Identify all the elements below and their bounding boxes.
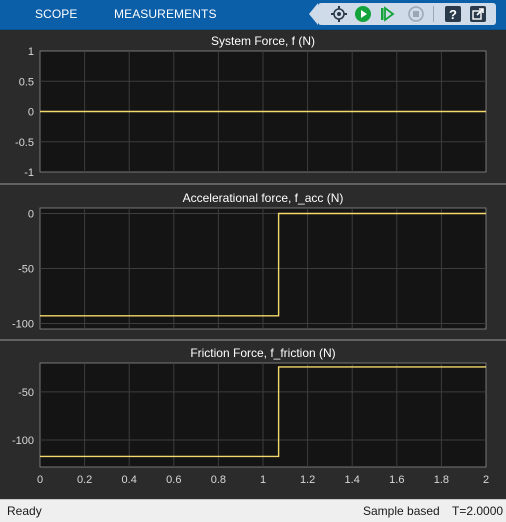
x-tick-label: 1.6 (389, 474, 404, 486)
tab-scope[interactable]: SCOPE (35, 7, 78, 21)
y-tick-label: -100 (12, 435, 34, 447)
x-tick-label: 0.8 (211, 474, 226, 486)
toolbar-separator (433, 6, 434, 22)
y-tick-label: -1 (24, 167, 34, 179)
scope-toolbar: SCOPE MEASUREMENTS ? (0, 0, 506, 30)
scope-plots: 1 0.5 0 -0.5 -1 System Force, f (N) 0 -50 -100 Ac… (0, 34, 506, 486)
x-tick-label: 2 (483, 474, 489, 486)
undock-icon[interactable] (469, 5, 487, 23)
help-icon[interactable]: ? (444, 5, 462, 23)
plot-title: Friction Force, f_friction (N) (190, 346, 335, 360)
status-bar: Ready Sample based T=2.0000 (0, 499, 506, 522)
y-tick-label: 0.5 (19, 76, 34, 88)
scope-display: 1 0.5 0 -0.5 -1 System Force, f (N) 0 -50 -100 Ac… (0, 30, 506, 499)
settings-icon[interactable] (330, 5, 348, 23)
step-forward-icon[interactable] (378, 5, 396, 23)
x-tick-label: 0.4 (122, 474, 137, 486)
y-tick-label: -50 (18, 264, 34, 276)
stop-icon[interactable] (407, 5, 425, 23)
simulation-controls: ? (309, 3, 496, 25)
run-icon[interactable] (354, 5, 372, 23)
plot-title: System Force, f (N) (211, 34, 315, 48)
x-tick-label: 1.4 (345, 474, 360, 486)
y-tick-label: -0.5 (15, 137, 34, 149)
simulation-time: T=2.0000 (452, 504, 504, 518)
sample-mode: Sample based (363, 504, 440, 518)
x-tick-label: 1.8 (434, 474, 449, 486)
x-tick-label: 1.2 (300, 474, 315, 486)
y-tick-label: 0 (28, 107, 34, 119)
y-tick-label: 0 (28, 209, 34, 221)
x-tick-label: 0.6 (166, 474, 181, 486)
x-tick-label: 0.2 (77, 474, 92, 486)
y-tick-label: -100 (12, 319, 34, 331)
y-tick-label: -50 (18, 387, 34, 399)
svg-text:?: ? (449, 7, 457, 22)
y-tick-label: 1 (28, 46, 34, 58)
x-tick-label: 0 (37, 474, 43, 486)
x-tick-label: 1 (260, 474, 266, 486)
status-ready: Ready (7, 504, 42, 518)
plot-title: Accelerational force, f_acc (N) (183, 191, 344, 205)
tab-measurements[interactable]: MEASUREMENTS (114, 7, 217, 21)
